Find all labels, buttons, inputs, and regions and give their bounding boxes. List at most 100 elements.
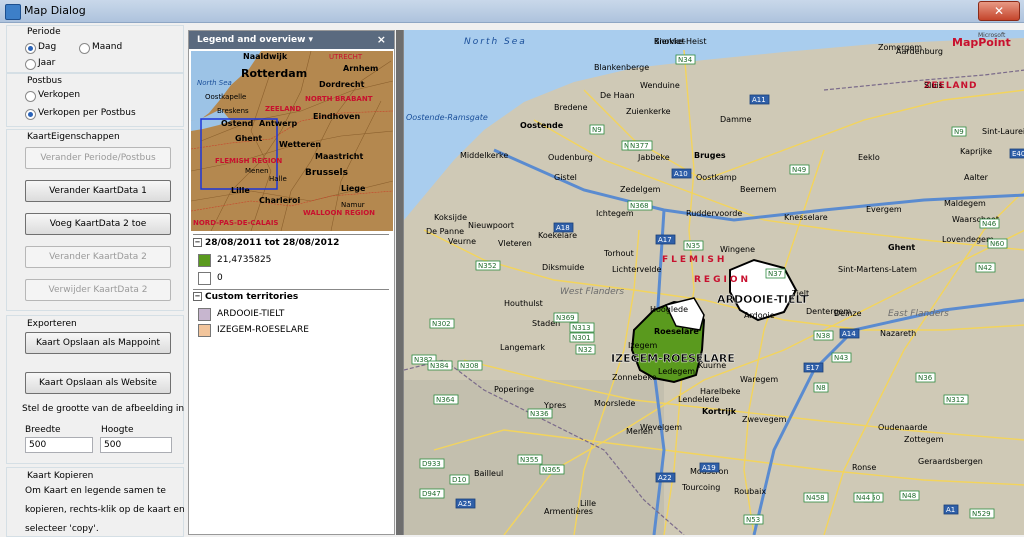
radio-maand-label[interactable]: Maand	[92, 42, 122, 52]
city-label: Wenduine	[640, 81, 680, 90]
svg-text:N312: N312	[946, 396, 965, 404]
svg-text:N34: N34	[678, 56, 693, 64]
verander-kaartdata2-button[interactable]: Verander KaartData 2	[25, 246, 171, 268]
legend-swatch-ardooie	[198, 308, 211, 321]
ov-namur: Namur	[341, 201, 365, 209]
road-shield: A1	[943, 504, 959, 515]
radio-jaar[interactable]	[25, 59, 36, 70]
city-label: Sint-Martens-Latem	[838, 265, 917, 274]
city-label: Bierviet	[654, 37, 685, 46]
overview-map-graphic: Naaldwijk UTRECHT Rotterdam Arnhem North…	[191, 51, 393, 231]
city-label: Wingene	[720, 245, 755, 254]
svg-text:N38: N38	[816, 332, 830, 340]
svg-text:A14: A14	[842, 330, 856, 338]
city-label: Jabbeke	[637, 153, 670, 162]
legend-close-icon[interactable]: ×	[377, 33, 386, 46]
svg-text:N365: N365	[542, 466, 561, 474]
legend-value-1: 21,4735825	[217, 255, 272, 265]
radio-verkopen-label[interactable]: Verkopen	[38, 90, 80, 100]
city-label: De Haan	[600, 91, 635, 100]
radio-verkopen[interactable]	[25, 91, 36, 102]
road-shield: D10	[449, 474, 470, 485]
road-shield: A11	[749, 94, 770, 105]
city-label: Aalter	[964, 173, 989, 182]
svg-text:Naaldwijk: Naaldwijk	[243, 52, 288, 61]
voeg-kaartdata2-button[interactable]: Voeg KaartData 2 toe	[25, 213, 171, 235]
city-label: Zwevegem	[742, 415, 787, 424]
city-label: Ledegem	[658, 367, 695, 376]
dropdown-arrow-icon[interactable]: ▾	[309, 35, 314, 45]
city-label: Kuurne	[698, 361, 726, 370]
splitter-bar[interactable]	[396, 30, 403, 535]
city-label: Tielt	[791, 289, 809, 298]
save-mappoint-button[interactable]: Kaart Opslaan als Mappoint	[25, 332, 171, 354]
svg-text:A25: A25	[458, 500, 472, 508]
verander-periode-button[interactable]: Verander Periode/Postbus	[25, 147, 171, 169]
city-label: Knesselare	[784, 213, 828, 222]
city-label: Nazareth	[880, 329, 916, 338]
ov-halle: Halle	[269, 175, 287, 183]
window-title: Map Dialog	[24, 4, 86, 17]
road-shield: N302	[429, 318, 455, 329]
radio-dag[interactable]	[25, 43, 36, 54]
size-instruction: Stel de grootte van de afbeelding in	[22, 404, 185, 414]
city-label: Moorslede	[594, 399, 635, 408]
city-label: Eeklo	[858, 153, 880, 162]
svg-text:A18: A18	[556, 224, 570, 232]
city-label: Roeselare	[654, 327, 699, 336]
road-shield: N42	[975, 262, 996, 273]
road-shield: N38	[813, 330, 834, 341]
ov-flemish-region: FLEMISH REGION	[215, 157, 282, 165]
road-shield: N36	[915, 372, 936, 383]
close-button[interactable]: ✕	[978, 1, 1020, 21]
city-label: Waregem	[740, 375, 778, 384]
road-shield: D947	[419, 488, 445, 499]
legend-section-period[interactable]: −28/08/2011 tot 28/08/2012	[193, 238, 339, 248]
road-shield: N9	[951, 126, 967, 137]
road-shield: N529	[969, 508, 995, 519]
ov-walloon-region: WALLOON REGION	[303, 209, 375, 217]
city-label: Lichtervelde	[612, 265, 661, 274]
main-map[interactable]: North Sea Oostende-Ramsgate MapPoint Mic…	[403, 30, 1024, 535]
city-label: Ronse	[852, 463, 876, 472]
road-shield: N53	[743, 514, 764, 525]
road-shield: N8	[813, 382, 829, 393]
city-label: Oudenaarde	[878, 423, 927, 432]
city-label: Damme	[720, 115, 752, 124]
radio-maand[interactable]	[79, 43, 90, 54]
svg-text:N364: N364	[436, 396, 455, 404]
svg-text:A17: A17	[658, 236, 672, 244]
collapse-icon[interactable]: −	[193, 292, 202, 301]
radio-verkopen-per-postbus-label[interactable]: Verkopen per Postbus	[38, 108, 136, 118]
road-shield: N308	[457, 360, 483, 371]
kopieren-label: Kaart Kopieren	[27, 471, 94, 481]
svg-text:N49: N49	[792, 166, 806, 174]
road-shield: D933	[419, 458, 445, 469]
legend-section-territories[interactable]: − Custom territories	[193, 292, 298, 302]
city-label: De Panne	[426, 227, 464, 236]
legend-panel-title[interactable]: Legend and overview ▾	[197, 35, 313, 45]
radio-jaar-label[interactable]: Jaar	[38, 58, 55, 68]
ov-arnhem: Arnhem	[343, 64, 378, 73]
verwijder-kaartdata2-button[interactable]: Verwijder KaartData 2	[25, 279, 171, 301]
verander-kaartdata1-button[interactable]: Verander KaartData 1	[25, 180, 171, 202]
breedte-field[interactable]: 500	[25, 437, 93, 453]
exporteren-label: Exporteren	[27, 319, 77, 329]
ov-eindhoven: Eindhoven	[313, 112, 360, 121]
radio-verkopen-per-postbus[interactable]	[25, 109, 36, 120]
hoogte-field[interactable]: 500	[100, 437, 172, 453]
map-region-flemish: FLEMISH	[662, 255, 727, 265]
city-label: Maldegem	[944, 199, 986, 208]
save-website-button[interactable]: Kaart Opslaan als Website	[25, 372, 171, 394]
city-label: Gistel	[554, 173, 577, 182]
city-label: Nieuwpoort	[468, 221, 514, 230]
ov-dordrecht: Dordrecht	[319, 80, 365, 89]
ov-ostend: Ostend	[221, 119, 254, 128]
city-label: Ruddervoorde	[686, 209, 742, 218]
overview-map[interactable]: Naaldwijk UTRECHT Rotterdam Arnhem North…	[191, 51, 393, 231]
svg-text:D933: D933	[422, 460, 441, 468]
radio-dag-label[interactable]: Dag	[38, 42, 56, 52]
svg-text:N352: N352	[478, 262, 497, 270]
road-shield: N32	[575, 344, 596, 355]
collapse-icon[interactable]: −	[193, 238, 202, 247]
